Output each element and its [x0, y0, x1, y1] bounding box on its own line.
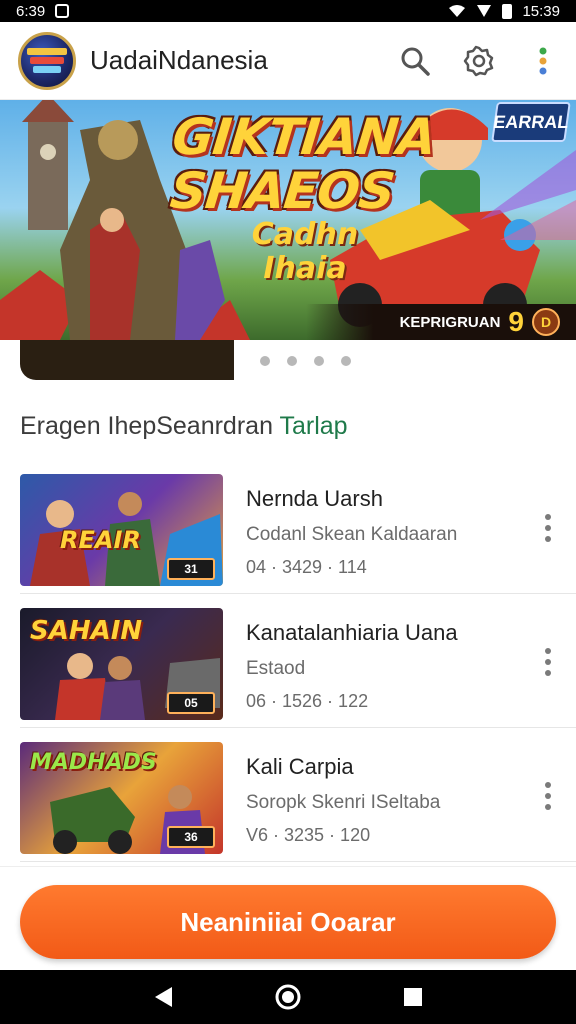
game-thumbnail[interactable]: SAHAIN 05 — [20, 608, 223, 720]
game-meta: 04 · 3429 · 114 — [246, 557, 367, 577]
thumbnail-title: MADHADS — [30, 750, 157, 775]
home-icon — [275, 984, 301, 1010]
game-genre: Codanl Skean Kaldaaran — [246, 524, 458, 545]
back-icon — [154, 987, 172, 1007]
thumbnail-badge: 31 — [167, 558, 215, 580]
carousel-dot[interactable] — [341, 356, 351, 366]
item-more-button[interactable] — [536, 510, 560, 546]
status-time-right: 15:39 — [522, 2, 560, 20]
thumbnail-title: REAIR — [60, 526, 141, 554]
game-genre: Soropk Skenri ISeltaba — [246, 792, 441, 813]
game-info: Kanatalanhiaria Uana Estaod 06 · 1526 · … — [246, 620, 526, 712]
app-actions — [398, 44, 560, 78]
list-item[interactable]: SAHAIN 05 Kanatalanhiaria Uana Estaod 06… — [20, 594, 576, 728]
carousel-dot[interactable] — [287, 356, 297, 366]
game-name[interactable]: Kali Carpia — [246, 754, 526, 780]
battery-icon — [502, 3, 513, 19]
game-info: Nernda Uarsh Codanl Skean Kaldaaran 04 ·… — [246, 486, 526, 578]
more-vert-icon — [539, 47, 547, 74]
thumbnail-badge: 36 — [167, 826, 215, 848]
carousel-dot[interactable] — [260, 356, 270, 366]
list-item[interactable]: MADHADS 36 Kali Carpia Soropk Skenri ISe… — [20, 728, 576, 862]
banner-subtitle: Cadhn Ihaia — [251, 217, 359, 286]
thumbnail-title: SAHAIN — [30, 616, 143, 646]
carousel-dot[interactable] — [314, 356, 324, 366]
game-meta: V6 · 3235 · 120 — [246, 825, 371, 845]
section-title-main: Eragen IhepSeanrdran — [20, 412, 280, 440]
app-title: UadaiNdanesia — [90, 45, 268, 75]
game-genre: Estaod — [246, 658, 306, 679]
item-more-button[interactable] — [536, 778, 560, 814]
featured-banner[interactable]: GIKTIANA SHAEOS Cadhn Ihaia EARRAL KEPRI… — [0, 100, 576, 340]
game-list: REAIR 31 Nernda Uarsh Codanl Skean Kalda… — [0, 460, 576, 862]
logo-line — [27, 48, 67, 55]
search-button[interactable] — [398, 44, 432, 78]
back-button[interactable] — [143, 977, 183, 1017]
home-button[interactable] — [268, 977, 308, 1017]
section-title-accent[interactable]: Tarlap — [279, 412, 347, 440]
settings-button[interactable] — [462, 44, 496, 78]
list-item[interactable]: REAIR 31 Nernda Uarsh Codanl Skean Kalda… — [20, 460, 576, 594]
status-left: 6:39 — [16, 2, 70, 20]
banner-footer-text: KEPRIGRUAN — [399, 313, 501, 331]
banner-footer-number: 9 — [508, 306, 524, 337]
gear-icon — [463, 45, 494, 76]
logo-line — [33, 66, 61, 73]
system-nav-bar — [0, 970, 576, 1024]
game-thumbnail[interactable]: REAIR 31 — [20, 474, 223, 586]
section-title: Eragen IhepSeanrdran Tarlap — [20, 412, 348, 441]
carousel-indicator — [260, 356, 351, 366]
game-name[interactable]: Nernda Uarsh — [246, 486, 526, 512]
recents-icon — [404, 988, 423, 1006]
cta-area: Neaniniiai Ooarar — [0, 866, 576, 970]
signal-icon — [477, 5, 492, 17]
search-icon — [401, 47, 430, 76]
wifi-icon — [449, 5, 466, 17]
notification-icon — [55, 4, 70, 18]
banner-title: GIKTIANA SHAEOS — [167, 108, 439, 220]
status-right: 15:39 — [448, 3, 560, 20]
banner-footer: KEPRIGRUAN 9 D — [306, 304, 576, 340]
game-name[interactable]: Kanatalanhiaria Uana — [246, 620, 526, 646]
overflow-menu-button[interactable] — [526, 44, 560, 78]
banner-footer-badge: D — [532, 308, 560, 336]
app-bar: UadaiNdanesia — [0, 22, 576, 100]
thumbnail-badge: 05 — [167, 692, 215, 714]
banner-badge: EARRAL — [491, 102, 571, 142]
primary-action-button[interactable]: Neaniniiai Ooarar — [20, 885, 556, 959]
status-bar: 6:39 15:39 — [0, 0, 576, 22]
game-info: Kali Carpia Soropk Skenri ISeltaba V6 · … — [246, 754, 526, 846]
game-meta: 06 · 1526 · 122 — [246, 691, 369, 711]
recents-button[interactable] — [393, 977, 433, 1017]
app-logo-icon[interactable] — [18, 31, 76, 90]
status-time-left: 6:39 — [16, 2, 46, 20]
banner-bottom-tab — [20, 340, 234, 380]
logo-line — [30, 57, 64, 64]
game-thumbnail[interactable]: MADHADS 36 — [20, 742, 223, 854]
item-more-button[interactable] — [536, 644, 560, 680]
